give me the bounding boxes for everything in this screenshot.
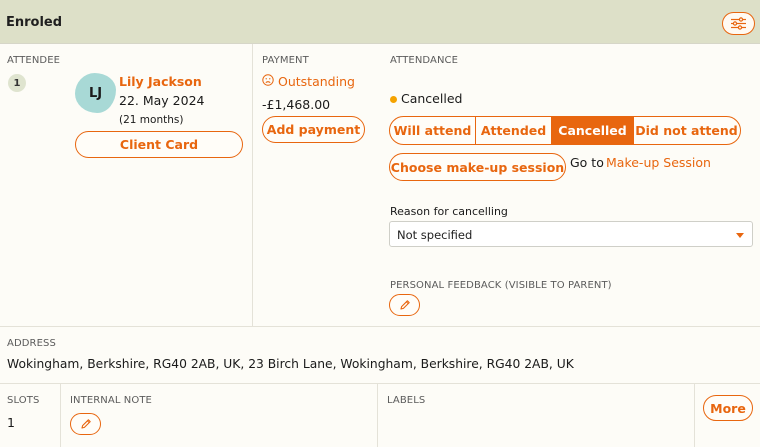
- reason-select[interactable]: Not specified: [389, 221, 753, 247]
- attendance-current-status: Cancelled: [401, 91, 463, 106]
- personal-feedback-label: PERSONAL FEEDBACK (VISIBLE TO PARENT): [390, 280, 612, 291]
- divider: [0, 326, 760, 327]
- makeup-session-link[interactable]: Make-up Session: [606, 155, 711, 170]
- sad-face-icon: [262, 74, 274, 86]
- sliders-icon: [731, 17, 746, 30]
- status-dot: [390, 96, 397, 103]
- divider: [60, 383, 61, 447]
- address-value: Wokingham, Berkshire, RG40 2AB, UK, 23 B…: [7, 357, 574, 371]
- enrolled-header: Enroled: [0, 0, 760, 44]
- payment-label: PAYMENT: [262, 55, 309, 66]
- choose-makeup-session-button[interactable]: Choose make-up session: [389, 153, 566, 181]
- filter-button[interactable]: [722, 12, 755, 35]
- add-payment-button[interactable]: Add payment: [262, 116, 365, 143]
- divider: [252, 44, 253, 326]
- edit-note-button[interactable]: [70, 413, 101, 435]
- reason-select-value: Not specified: [397, 228, 473, 242]
- section-title: Enroled: [6, 15, 63, 30]
- avatar: LJ: [75, 73, 116, 113]
- divider: [694, 383, 695, 447]
- option-attended[interactable]: Attended: [476, 117, 552, 144]
- attendee-dob: 22. May 2024: [119, 93, 205, 108]
- address-label: ADDRESS: [7, 338, 56, 349]
- attendee-name-link[interactable]: Lily Jackson: [119, 74, 202, 89]
- slots-value: 1: [7, 415, 15, 430]
- attendee-index-badge: 1: [8, 74, 26, 92]
- attendee-label: ATTENDEE: [7, 55, 61, 66]
- chevron-down-icon: [736, 233, 744, 238]
- internal-note-label: INTERNAL NOTE: [70, 395, 152, 406]
- more-button[interactable]: More: [703, 395, 753, 421]
- reason-label: Reason for cancelling: [390, 205, 508, 218]
- goto-prefix: Go to: [570, 155, 604, 170]
- payment-amount: -£1,468.00: [262, 97, 331, 112]
- edit-feedback-button[interactable]: [389, 294, 420, 316]
- option-cancelled[interactable]: Cancelled: [552, 117, 634, 144]
- payment-status: Outstanding: [278, 74, 355, 89]
- divider: [377, 383, 378, 447]
- attendee-age: (21 months): [119, 114, 184, 126]
- option-did-not-attend[interactable]: Did not attend: [634, 117, 739, 144]
- attendance-label: ATTENDANCE: [390, 55, 459, 66]
- attendance-segmented-control: Will attend Attended Cancelled Did not a…: [389, 116, 741, 145]
- divider: [0, 383, 760, 384]
- pencil-icon: [399, 300, 410, 310]
- slots-label: SLOTS: [7, 395, 40, 406]
- labels-label: LABELS: [387, 395, 426, 406]
- pencil-icon: [80, 419, 91, 429]
- option-will-attend[interactable]: Will attend: [390, 117, 476, 144]
- client-card-button[interactable]: Client Card: [75, 131, 243, 158]
